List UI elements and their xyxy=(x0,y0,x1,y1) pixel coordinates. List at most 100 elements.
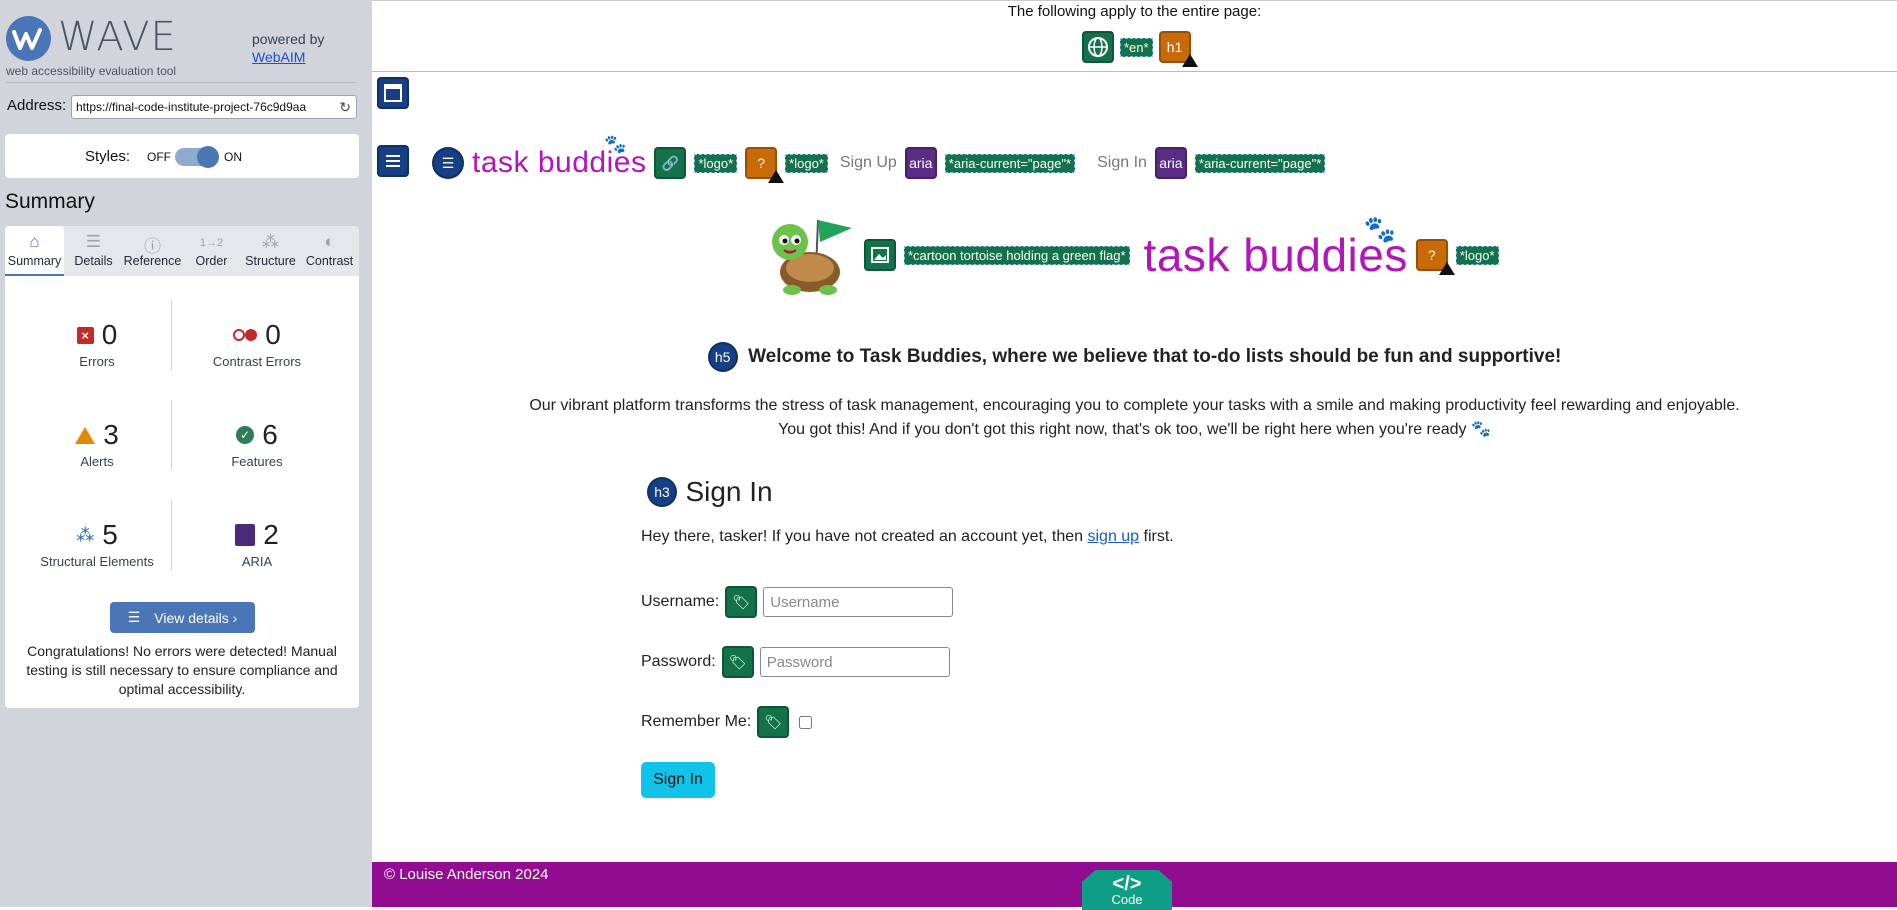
order-icon: 1→2 xyxy=(199,237,224,249)
tab-contrast[interactable]: ◐ Contrast xyxy=(300,226,359,276)
logo-alt-tag: *logo* xyxy=(1455,245,1499,265)
form-label-tag-icon[interactable]: 🏷 xyxy=(725,586,758,618)
styles-panel: Styles: OFF ON xyxy=(5,134,359,178)
address-value: https://final-code-institute-project-76c… xyxy=(76,100,307,114)
info-icon: ⓘ xyxy=(144,237,161,256)
signup-link[interactable]: sign up xyxy=(1087,528,1139,545)
wave-tagline: web accessibility evaluation tool xyxy=(6,64,177,78)
structure-icon: ⁂ xyxy=(76,524,95,545)
alert-unknown-icon[interactable]: ? xyxy=(745,147,785,183)
form-label-tag-icon[interactable]: 🏷 xyxy=(721,646,754,678)
errors-stat[interactable]: × 0 Errors xyxy=(17,318,177,369)
lang-tag: *en* xyxy=(1120,37,1153,57)
password-row: Password: 🏷 xyxy=(641,646,950,678)
powered-by-text: powered by xyxy=(252,31,325,47)
header-region-icon[interactable] xyxy=(377,77,409,109)
warning-icon xyxy=(1438,262,1455,275)
form-label-tag-icon[interactable]: 🏷 xyxy=(757,706,790,738)
list-icon: ☰ xyxy=(85,232,102,251)
contrast-errors-stat[interactable]: 0 Contrast Errors xyxy=(177,318,337,369)
aria-icon-label: aria xyxy=(909,155,933,171)
tortoise-alt-tag: *cartoon tortoise holding a green flag* xyxy=(904,245,1130,265)
signin-button[interactable]: Sign In xyxy=(641,762,715,798)
aria-icon[interactable]: aria xyxy=(904,147,937,179)
wave-logo-icon xyxy=(6,16,51,61)
username-label: Username: xyxy=(641,593,720,610)
congrats-message: Congratulations! No errors were detected… xyxy=(26,643,338,697)
intro-paragraph: Our vibrant platform transforms the stre… xyxy=(372,394,1897,442)
welcome-heading: Welcome to Task Buddies, where we believ… xyxy=(748,346,1562,367)
styles-off-label: OFF xyxy=(147,150,171,164)
aria-current-tag: *aria-current="page"* xyxy=(944,153,1076,173)
h1-label: h1 xyxy=(1166,39,1183,55)
contrast-errors-count: 0 xyxy=(265,319,281,350)
tab-label: Details xyxy=(74,254,113,268)
address-input[interactable]: https://final-code-institute-project-76c… xyxy=(71,95,357,119)
navigation-region-icon[interactable] xyxy=(377,145,409,177)
tab-label: Contrast xyxy=(305,254,354,268)
tab-details[interactable]: ☰ Details xyxy=(64,226,123,276)
nav-signin-link[interactable]: Sign In xyxy=(1097,154,1147,172)
alerts-stat[interactable]: 3 Alerts xyxy=(17,418,177,469)
h3-label: h3 xyxy=(654,484,670,500)
signin-section: h3 Sign In Hey there, tasker! If you hav… xyxy=(641,476,1341,798)
list-icon: ☰ xyxy=(127,609,141,625)
reload-icon[interactable]: ↻ xyxy=(339,99,351,116)
structure-icon: ⁂ xyxy=(262,232,279,251)
nav-signup-link[interactable]: Sign Up xyxy=(840,154,897,172)
aria-icon[interactable]: aria xyxy=(1154,147,1187,179)
linked-image-icon[interactable]: 🔗 xyxy=(654,147,687,179)
warning-icon xyxy=(1181,54,1198,67)
tab-summary[interactable]: ⌂ Summary xyxy=(5,226,64,276)
password-label: Password: xyxy=(641,653,716,670)
aria-stat[interactable]: 2 ARIA xyxy=(177,518,337,569)
hero-brand-logo: task buddies 🐾 xyxy=(1144,214,1408,282)
webaim-link[interactable]: WebAIM xyxy=(252,49,305,65)
contrast-errors-label: Contrast Errors xyxy=(212,354,302,369)
divider xyxy=(6,82,356,83)
intro-line: You got this! And if you don't got this … xyxy=(778,421,1491,438)
structural-stat[interactable]: ⁂ 5 Structural Elements xyxy=(17,518,177,569)
intro-line: Our vibrant platform transforms the stre… xyxy=(529,397,1740,414)
panel-tabs: ⌂ Summary ☰ Details ⓘ Reference 1→2 Orde… xyxy=(5,226,359,276)
site-footer: © Louise Anderson 2024 </> Code xyxy=(372,862,1897,910)
powered-by: powered by WebAIM xyxy=(252,30,324,66)
styles-label: Styles: xyxy=(85,148,131,165)
language-globe-icon[interactable] xyxy=(1082,31,1114,63)
wave-logo-text: WAVE xyxy=(58,14,177,60)
hero-row: *cartoon tortoise holding a green flag* … xyxy=(760,210,1499,300)
paw-icon: 🐾 xyxy=(1363,214,1397,244)
brand-logo-link[interactable]: task buddies 🐾 xyxy=(472,134,646,180)
tab-label: Structure xyxy=(245,254,296,268)
signup-prompt-suffix: first. xyxy=(1139,528,1174,545)
code-toggle-button[interactable]: </> Code xyxy=(1082,870,1172,910)
aria-count: 2 xyxy=(263,519,279,550)
tab-structure[interactable]: ⁂ Structure xyxy=(241,226,300,276)
h1-alert-icon[interactable]: h1 xyxy=(1158,31,1198,67)
remember-label: Remember Me: xyxy=(641,713,752,730)
code-label: Code xyxy=(1111,892,1143,907)
errors-count: 0 xyxy=(101,319,118,350)
h3-icon[interactable]: h3 xyxy=(647,477,677,507)
remember-checkbox[interactable] xyxy=(799,715,813,729)
password-input[interactable] xyxy=(759,647,950,677)
username-input[interactable] xyxy=(763,587,954,617)
signin-heading-row: h3 Sign In xyxy=(641,476,1341,508)
styles-toggle[interactable] xyxy=(175,146,219,168)
signup-prompt: Hey there, tasker! If you have not creat… xyxy=(641,528,1174,546)
h5-icon[interactable]: h5 xyxy=(707,342,738,372)
view-details-button[interactable]: ☰ View details › xyxy=(110,602,255,633)
toggle-knob xyxy=(197,146,219,168)
tab-order[interactable]: 1→2 Order xyxy=(182,226,241,276)
alert-unknown-icon[interactable]: ? xyxy=(1415,239,1455,275)
aria-label: ARIA xyxy=(241,554,273,569)
entire-page-bar: The following apply to the entire page: … xyxy=(372,0,1897,72)
features-stat[interactable]: ✓ 6 Features xyxy=(177,418,337,469)
warning-icon xyxy=(768,170,785,183)
tab-label: Order xyxy=(195,254,228,268)
unordered-list-icon[interactable]: ☰ xyxy=(432,147,464,179)
tab-reference[interactable]: ⓘ Reference xyxy=(123,226,182,276)
signin-heading: Sign In xyxy=(685,476,773,507)
features-count: 6 xyxy=(262,419,278,450)
image-icon[interactable] xyxy=(864,239,896,271)
